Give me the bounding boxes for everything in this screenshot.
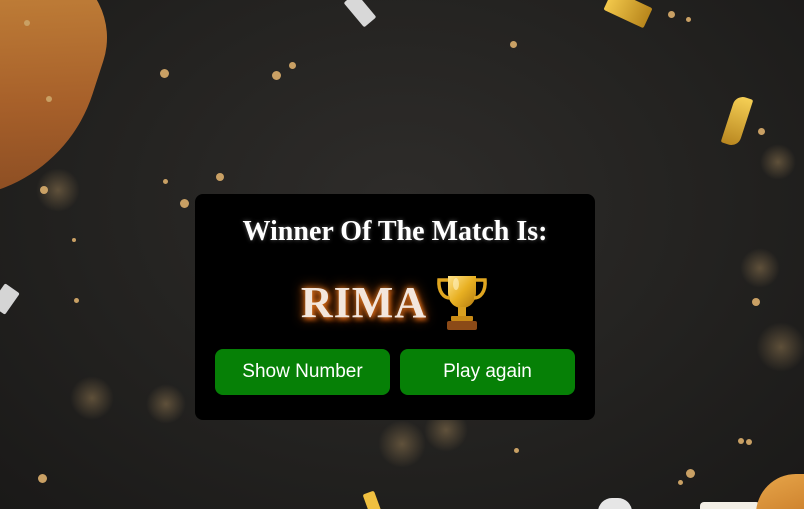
confetti-piece: [0, 283, 20, 315]
bokeh-light: [740, 248, 780, 288]
bokeh-light: [70, 376, 114, 420]
confetti-piece: [720, 94, 754, 148]
confetti-piece: [700, 502, 760, 509]
sparkle-dot: [72, 238, 76, 242]
sparkle-dot: [746, 439, 752, 445]
confetti-piece: [598, 498, 632, 509]
sparkle-dot: [289, 62, 296, 69]
trophy-icon: [437, 276, 487, 330]
sparkle-dot: [510, 41, 517, 48]
winner-heading: Winner Of The Match Is:: [242, 216, 548, 247]
sparkle-dot: [160, 69, 169, 78]
sparkle-dot: [752, 298, 760, 306]
bokeh-light: [36, 168, 80, 212]
bokeh-light: [760, 144, 796, 180]
sparkle-dot: [74, 298, 79, 303]
sparkle-dot: [686, 469, 695, 478]
ribbon-decoration: [0, 0, 127, 237]
play-again-button[interactable]: Play again: [400, 349, 575, 395]
confetti-piece: [362, 490, 382, 509]
show-number-button[interactable]: Show Number: [215, 349, 390, 395]
sparkle-dot: [738, 438, 744, 444]
sparkle-dot: [180, 199, 189, 208]
confetti-piece: [756, 474, 804, 509]
confetti-piece: [603, 0, 653, 29]
sparkle-dot: [216, 173, 224, 181]
sparkle-dot: [686, 17, 691, 22]
confetti-piece: [343, 0, 377, 28]
winner-dialog: Winner Of The Match Is: RIMA Show Number…: [195, 194, 595, 420]
sparkle-dot: [758, 128, 765, 135]
bokeh-light: [378, 420, 426, 468]
sparkle-dot: [46, 96, 52, 102]
bokeh-light: [756, 322, 804, 372]
sparkle-dot: [272, 71, 281, 80]
sparkle-dot: [163, 179, 168, 184]
sparkle-dot: [24, 20, 30, 26]
sparkle-dot: [38, 474, 47, 483]
sparkle-dot: [514, 448, 519, 453]
bokeh-light: [146, 384, 186, 424]
winner-name: RIMA: [300, 277, 428, 327]
sparkle-dot: [678, 480, 683, 485]
sparkle-dot: [668, 11, 675, 18]
winner-display: RIMA: [195, 272, 595, 332]
sparkle-dot: [40, 186, 48, 194]
